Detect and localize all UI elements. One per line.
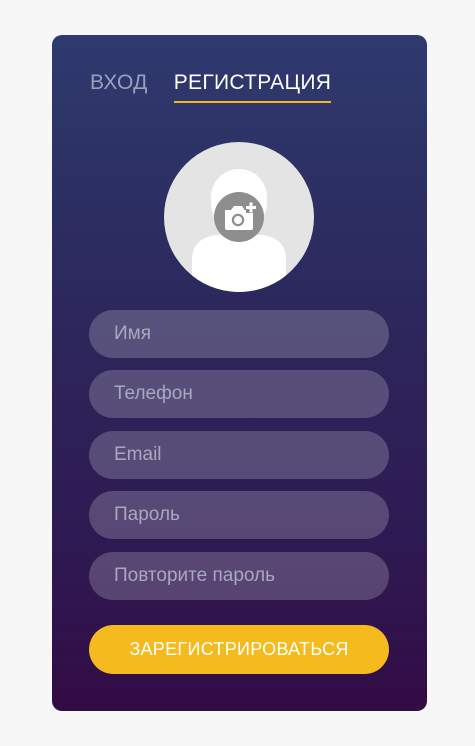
repeat-password-field[interactable] xyxy=(89,552,389,600)
auth-tabs: ВХОД РЕГИСТРАЦИЯ xyxy=(90,71,332,103)
password-field[interactable] xyxy=(89,491,389,539)
avatar-upload[interactable] xyxy=(164,142,314,292)
tab-login[interactable]: ВХОД xyxy=(90,71,148,101)
register-button[interactable]: ЗАРЕГИСТРИРОВАТЬСЯ xyxy=(89,625,389,674)
tab-register[interactable]: РЕГИСТРАЦИЯ xyxy=(173,71,332,103)
camera-add-button[interactable] xyxy=(214,192,264,242)
email-field[interactable] xyxy=(89,431,389,479)
registration-card: ВХОД РЕГИСТРАЦИЯ ЗАРЕГИСТРИРОВАТЬСЯ xyxy=(52,35,427,711)
name-field[interactable] xyxy=(89,310,389,358)
phone-field[interactable] xyxy=(89,370,389,418)
camera-add-icon xyxy=(225,202,256,230)
